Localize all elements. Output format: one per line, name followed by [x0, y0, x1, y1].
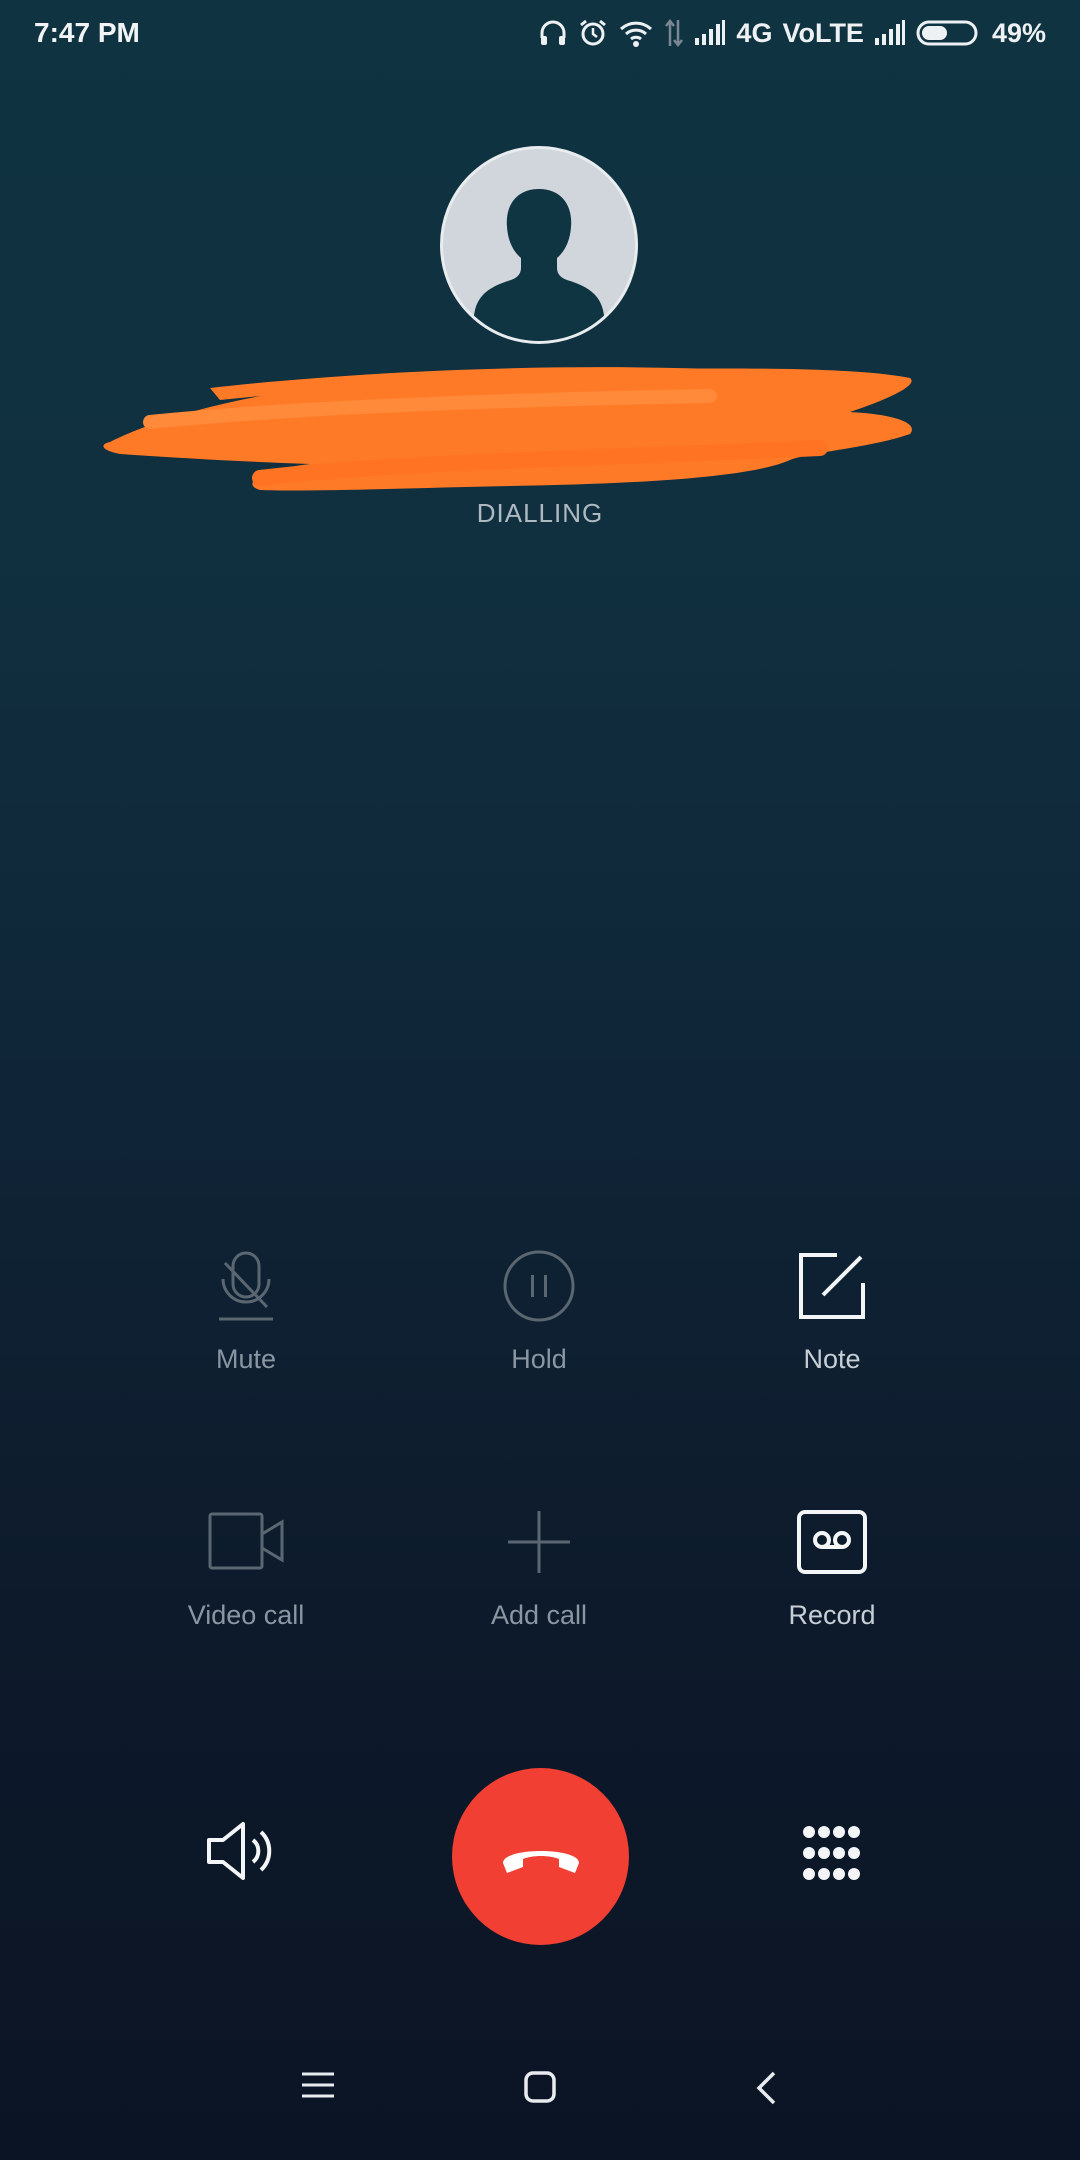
contact-avatar [440, 146, 638, 344]
navigation-bar [0, 2060, 1080, 2130]
note-icon [799, 1253, 865, 1319]
record-icon [797, 1510, 867, 1574]
dialpad-icon [803, 1826, 860, 1880]
status-icons: 4G VoLTE 49% [538, 13, 1046, 53]
call-controls [0, 1768, 1080, 1948]
video-call-label: Video call [187, 1600, 305, 1630]
mute-button[interactable]: Mute [116, 1246, 376, 1375]
back-icon [756, 2071, 776, 2105]
volte-label: VoLTE [782, 17, 864, 48]
network-4g-label: 4G [736, 17, 773, 48]
status-bar: 7:47 PM 4G VoLTE 49% [0, 0, 1080, 66]
record-button[interactable]: Record [702, 1502, 962, 1631]
hold-label: Hold [511, 1344, 567, 1374]
data-transfer-icon [664, 18, 684, 48]
home-button[interactable] [523, 2070, 557, 2109]
wifi-icon [618, 18, 654, 48]
cell-signal-icon [694, 20, 726, 46]
cell-signal-2-icon [874, 20, 906, 46]
dialpad-button[interactable] [800, 1824, 866, 1887]
hold-button[interactable]: Hold [409, 1246, 669, 1375]
video-call-button[interactable]: Video call [116, 1502, 376, 1631]
add-call-button[interactable]: Add call [409, 1502, 669, 1631]
speaker-icon [207, 1822, 272, 1880]
mute-mic-icon [219, 1251, 273, 1321]
plus-icon [508, 1511, 570, 1573]
battery-percent: 49% [991, 17, 1046, 48]
hang-up-icon [502, 1850, 579, 1873]
default-contact-icon [469, 189, 609, 341]
alarm-icon [578, 18, 608, 48]
note-label: Note [803, 1344, 861, 1374]
video-camera-icon [208, 1512, 284, 1570]
call-state: DIALLING [476, 498, 604, 528]
redacted-contact-name [90, 352, 930, 517]
menu-button[interactable] [300, 2070, 336, 2105]
headphones-icon [538, 18, 568, 48]
pause-icon [503, 1250, 575, 1322]
speaker-button[interactable] [205, 1820, 275, 1887]
back-button[interactable] [754, 2070, 778, 2111]
home-icon [524, 2071, 556, 2103]
end-call-button[interactable] [452, 1768, 629, 1945]
status-time: 7:47 PM [34, 17, 140, 48]
note-button[interactable]: Note [702, 1246, 962, 1375]
add-call-label: Add call [490, 1600, 588, 1630]
battery-icon [916, 19, 982, 47]
menu-icon [302, 2072, 334, 2098]
record-label: Record [788, 1600, 876, 1630]
mute-label: Mute [215, 1344, 277, 1374]
